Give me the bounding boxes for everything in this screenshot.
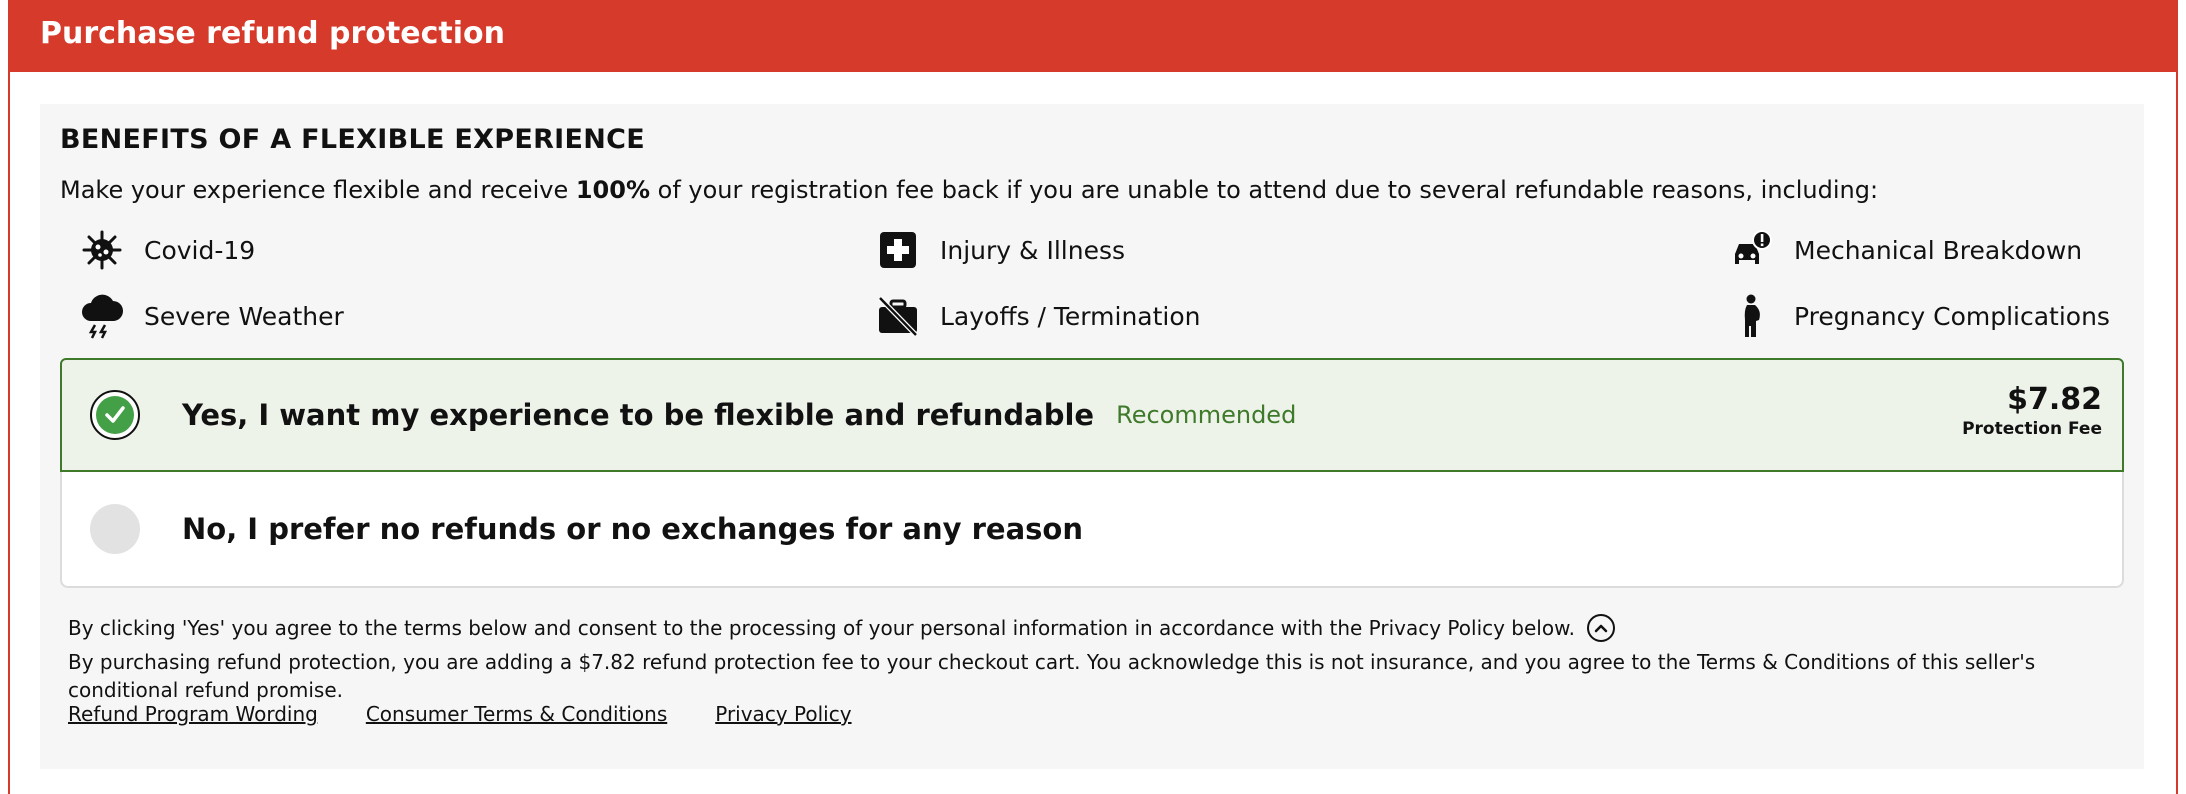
recommended-badge: Recommended (1116, 401, 1297, 429)
briefcase-off-icon (876, 294, 920, 338)
refund-percent: 100% (575, 176, 650, 204)
privacy-policy-link[interactable]: Privacy Policy (715, 702, 851, 726)
checkmark-icon (96, 396, 134, 434)
legal-links: Refund Program Wording Consumer Terms & … (68, 702, 852, 726)
benefit-layoffs: Layoffs / Termination (876, 294, 1201, 338)
option-no-label: No, I prefer no refunds or no exchanges … (182, 512, 1083, 546)
benefit-label: Pregnancy Complications (1794, 301, 2110, 331)
fee-label: Protection Fee (1962, 419, 2102, 439)
consumer-terms-link[interactable]: Consumer Terms & Conditions (366, 702, 667, 726)
benefit-mechanical: Mechanical Breakdown (1730, 228, 2082, 272)
protection-fee: $7.82 Protection Fee (1962, 382, 2102, 439)
medical-cross-icon (876, 228, 920, 272)
benefits-title: BENEFITS OF A FLEXIBLE EXPERIENCE (60, 124, 646, 155)
car-alert-icon (1730, 228, 1774, 272)
option-no-refunds[interactable]: No, I prefer no refunds or no exchanges … (60, 472, 2124, 588)
benefit-label: Mechanical Breakdown (1794, 235, 2083, 265)
fee-amount: $7.82 (2007, 382, 2102, 417)
option-yes-label: Yes, I want my experience to be flexible… (182, 398, 1095, 432)
chevron-up-icon[interactable] (1586, 614, 1615, 642)
benefit-label: Severe Weather (144, 301, 344, 331)
radio-selected[interactable] (90, 390, 140, 440)
benefit-injury: Injury & Illness (876, 228, 1125, 272)
benefit-covid: Covid-19 (80, 228, 255, 272)
panel-header: Purchase refund protection (8, 0, 2178, 72)
benefit-label: Injury & Illness (940, 235, 1126, 265)
benefit-pregnancy: Pregnancy Complications (1730, 294, 2110, 338)
benefit-label: Covid-19 (144, 235, 256, 265)
terms-details: By purchasing refund protection, you are… (68, 650, 2036, 702)
benefit-label: Layoffs / Termination (940, 301, 1201, 331)
benefits-intro: Make your experience flexible and receiv… (60, 176, 1879, 204)
refund-program-wording-link[interactable]: Refund Program Wording (68, 702, 318, 726)
consent-text: By clicking 'Yes' you agree to the terms… (68, 614, 2128, 642)
storm-cloud-icon (80, 294, 124, 339)
virus-icon (80, 228, 124, 272)
benefit-weather: Severe Weather (80, 294, 344, 339)
option-yes-refundable[interactable]: Yes, I want my experience to be flexible… (60, 358, 2124, 472)
pregnant-person-icon (1730, 294, 1774, 338)
panel-title: Purchase refund protection (40, 16, 505, 51)
radio-unselected[interactable] (90, 504, 140, 554)
